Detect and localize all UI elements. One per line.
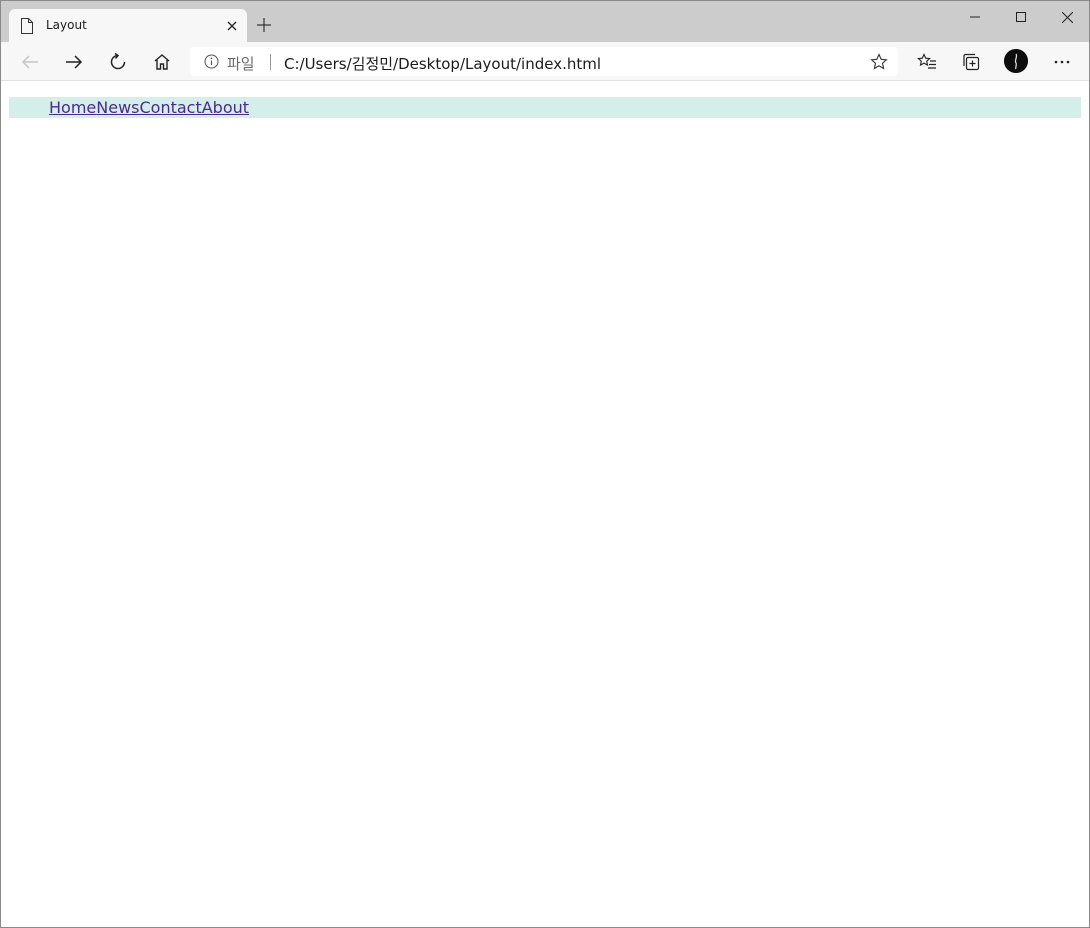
home-icon[interactable] xyxy=(150,50,174,74)
page-viewport: Home News Contact About xyxy=(1,81,1089,927)
nav-item-home: Home xyxy=(49,98,96,118)
favorites-list-icon[interactable] xyxy=(915,50,939,74)
tab-title: Layout xyxy=(46,18,87,32)
nav-item-news: News xyxy=(96,98,139,118)
minimize-icon[interactable] xyxy=(952,1,998,33)
maximize-icon[interactable] xyxy=(998,1,1044,33)
star-icon[interactable] xyxy=(870,53,888,71)
nav-link-contact[interactable]: Contact xyxy=(139,98,201,117)
nav-item-about: About xyxy=(202,98,249,118)
more-icon[interactable] xyxy=(1050,50,1074,74)
refresh-icon[interactable] xyxy=(106,50,130,74)
url-text[interactable]: C:/Users/김정민/Desktop/Layout/index.html xyxy=(284,53,601,74)
nav-item-contact: Contact xyxy=(139,98,201,118)
nav-list: Home News Contact About xyxy=(49,98,249,118)
close-icon[interactable] xyxy=(1044,1,1089,33)
avatar[interactable] xyxy=(1004,49,1028,73)
nav-link-about[interactable]: About xyxy=(202,98,249,117)
forward-arrow-icon[interactable] xyxy=(62,50,86,74)
tab-strip: Layout xyxy=(1,1,1089,42)
info-icon[interactable] xyxy=(204,54,219,69)
scheme-label: 파일 xyxy=(227,55,255,73)
nav-link-news[interactable]: News xyxy=(96,98,139,117)
plus-icon[interactable] xyxy=(257,18,271,32)
top-navigation: Home News Contact About xyxy=(9,97,1081,118)
close-icon[interactable] xyxy=(226,19,238,31)
tab-layout[interactable]: Layout xyxy=(9,9,247,42)
document-icon xyxy=(20,18,34,34)
collections-icon[interactable] xyxy=(959,50,983,74)
browser-window: Layout 파일 C:/Users/김정민/Desktop/Layout/in… xyxy=(0,0,1090,928)
browser-toolbar: 파일 C:/Users/김정민/Desktop/Layout/index.htm… xyxy=(1,42,1089,81)
address-divider xyxy=(270,54,271,70)
nav-link-home[interactable]: Home xyxy=(49,98,96,117)
address-bar[interactable]: 파일 C:/Users/김정민/Desktop/Layout/index.htm… xyxy=(190,47,898,76)
back-arrow-icon[interactable] xyxy=(18,50,42,74)
